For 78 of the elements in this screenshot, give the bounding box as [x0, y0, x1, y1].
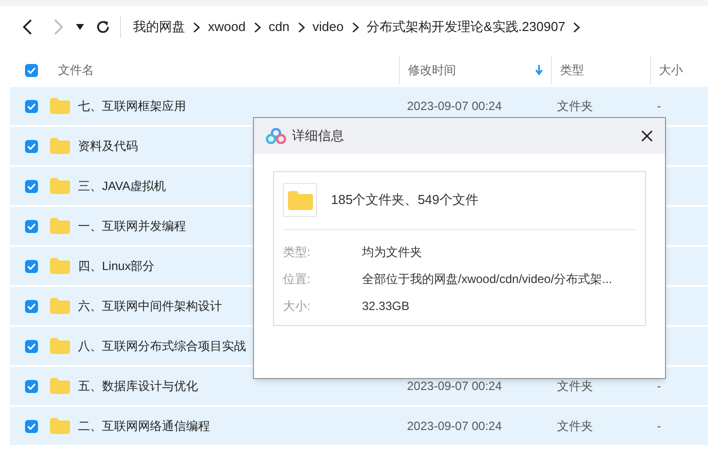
- checkmark-icon: [26, 102, 36, 110]
- breadcrumb-link[interactable]: 分布式架构开发理论&实践.230907: [366, 17, 566, 37]
- row-checkbox[interactable]: [24, 300, 38, 312]
- folder-icon: [50, 378, 70, 394]
- back-icon[interactable]: [22, 19, 34, 35]
- summary-text: 185个文件夹、549个文件: [331, 191, 478, 210]
- close-icon[interactable]: [641, 130, 653, 142]
- row-checkbox[interactable]: [24, 380, 38, 392]
- file-row[interactable]: 二、互联网网络通信编程 2023-09-07 00:24 文件夹 -: [10, 407, 708, 445]
- dialog-title: 详细信息: [292, 127, 344, 146]
- file-name[interactable]: 七、互联网框架应用: [78, 97, 186, 115]
- breadcrumb-link[interactable]: video: [312, 17, 344, 37]
- modified-date: 2023-09-07 00:24: [407, 99, 502, 113]
- checkmark-icon: [26, 222, 36, 230]
- file-name[interactable]: 三、JAVA虚拟机: [78, 177, 166, 195]
- row-checkbox[interactable]: [24, 340, 38, 352]
- folder-icon: [50, 178, 70, 194]
- column-header[interactable]: 大小: [659, 61, 683, 79]
- cloud-logo-icon: [266, 128, 286, 144]
- file-type: 文件夹: [557, 379, 593, 393]
- folder-icon: [50, 418, 70, 434]
- modified-date: 2023-09-07 00:24: [407, 419, 502, 433]
- checkmark-icon: [26, 302, 36, 310]
- row-checkbox[interactable]: [24, 180, 38, 192]
- modified-date: 2023-09-07 00:24: [407, 379, 502, 393]
- forward-icon[interactable]: [52, 19, 64, 35]
- dropdown-icon[interactable]: [76, 24, 84, 30]
- detail-label: 位置:: [283, 270, 312, 288]
- checkmark-icon: [26, 182, 36, 190]
- file-size: -: [657, 99, 661, 113]
- breadcrumb-link[interactable]: 我的网盘: [133, 17, 185, 37]
- file-type: 文件夹: [557, 99, 593, 113]
- breadcrumb-link[interactable]: xwood: [208, 17, 246, 37]
- file-type: 文件夹: [557, 419, 593, 433]
- file-size: -: [657, 379, 661, 393]
- file-name[interactable]: 二、互联网网络通信编程: [78, 417, 210, 435]
- select-all-checkbox[interactable]: [24, 64, 38, 76]
- chevron-icon: [298, 22, 305, 32]
- column-header[interactable]: 类型: [560, 61, 584, 79]
- file-name[interactable]: 五、数据库设计与优化: [78, 377, 198, 395]
- column-header[interactable]: 文件名: [58, 61, 94, 79]
- chevron-icon: [573, 22, 580, 32]
- row-checkbox[interactable]: [24, 100, 38, 112]
- checkmark-icon: [26, 142, 36, 150]
- folder-icon: [50, 138, 70, 154]
- folder-icon: [50, 258, 70, 274]
- checkmark-icon: [26, 342, 36, 350]
- detail-value: 32.33GB: [362, 298, 410, 314]
- chevron-icon: [193, 22, 200, 32]
- refresh-icon[interactable]: [96, 20, 110, 34]
- row-checkbox[interactable]: [24, 260, 38, 272]
- folder-icon: [50, 98, 70, 114]
- checkmark-icon: [26, 422, 36, 430]
- file-name[interactable]: 四、Linux部分: [78, 257, 155, 275]
- folder-icon: [288, 190, 312, 210]
- chevron-icon: [254, 22, 261, 32]
- checkmark-icon: [26, 66, 36, 74]
- file-name[interactable]: 六、互联网中间件架构设计: [78, 297, 222, 315]
- row-checkbox[interactable]: [24, 420, 38, 432]
- detail-label: 类型:: [283, 244, 312, 260]
- file-name[interactable]: 资料及代码: [78, 137, 138, 155]
- file-name[interactable]: 一、互联网并发编程: [78, 217, 186, 235]
- detail-label: 大小:: [283, 298, 312, 314]
- row-checkbox[interactable]: [24, 140, 38, 152]
- checkmark-icon: [26, 382, 36, 390]
- folder-icon: [50, 338, 70, 354]
- folder-icon: [50, 218, 70, 234]
- breadcrumb-link[interactable]: cdn: [268, 17, 290, 37]
- checkmark-icon: [26, 262, 36, 270]
- detail-value: 全部位于我的网盘/xwood/cdn/video/分布式架...: [362, 270, 612, 288]
- folder-icon: [50, 298, 70, 314]
- row-checkbox[interactable]: [24, 220, 38, 232]
- detail-value: 均为文件夹: [362, 244, 422, 260]
- file-name[interactable]: 八、互联网分布式综合项目实战: [78, 337, 246, 355]
- file-size: -: [657, 419, 661, 433]
- sort-down-icon[interactable]: [535, 65, 543, 75]
- column-header[interactable]: 修改时间: [408, 61, 456, 79]
- chevron-icon: [352, 22, 359, 32]
